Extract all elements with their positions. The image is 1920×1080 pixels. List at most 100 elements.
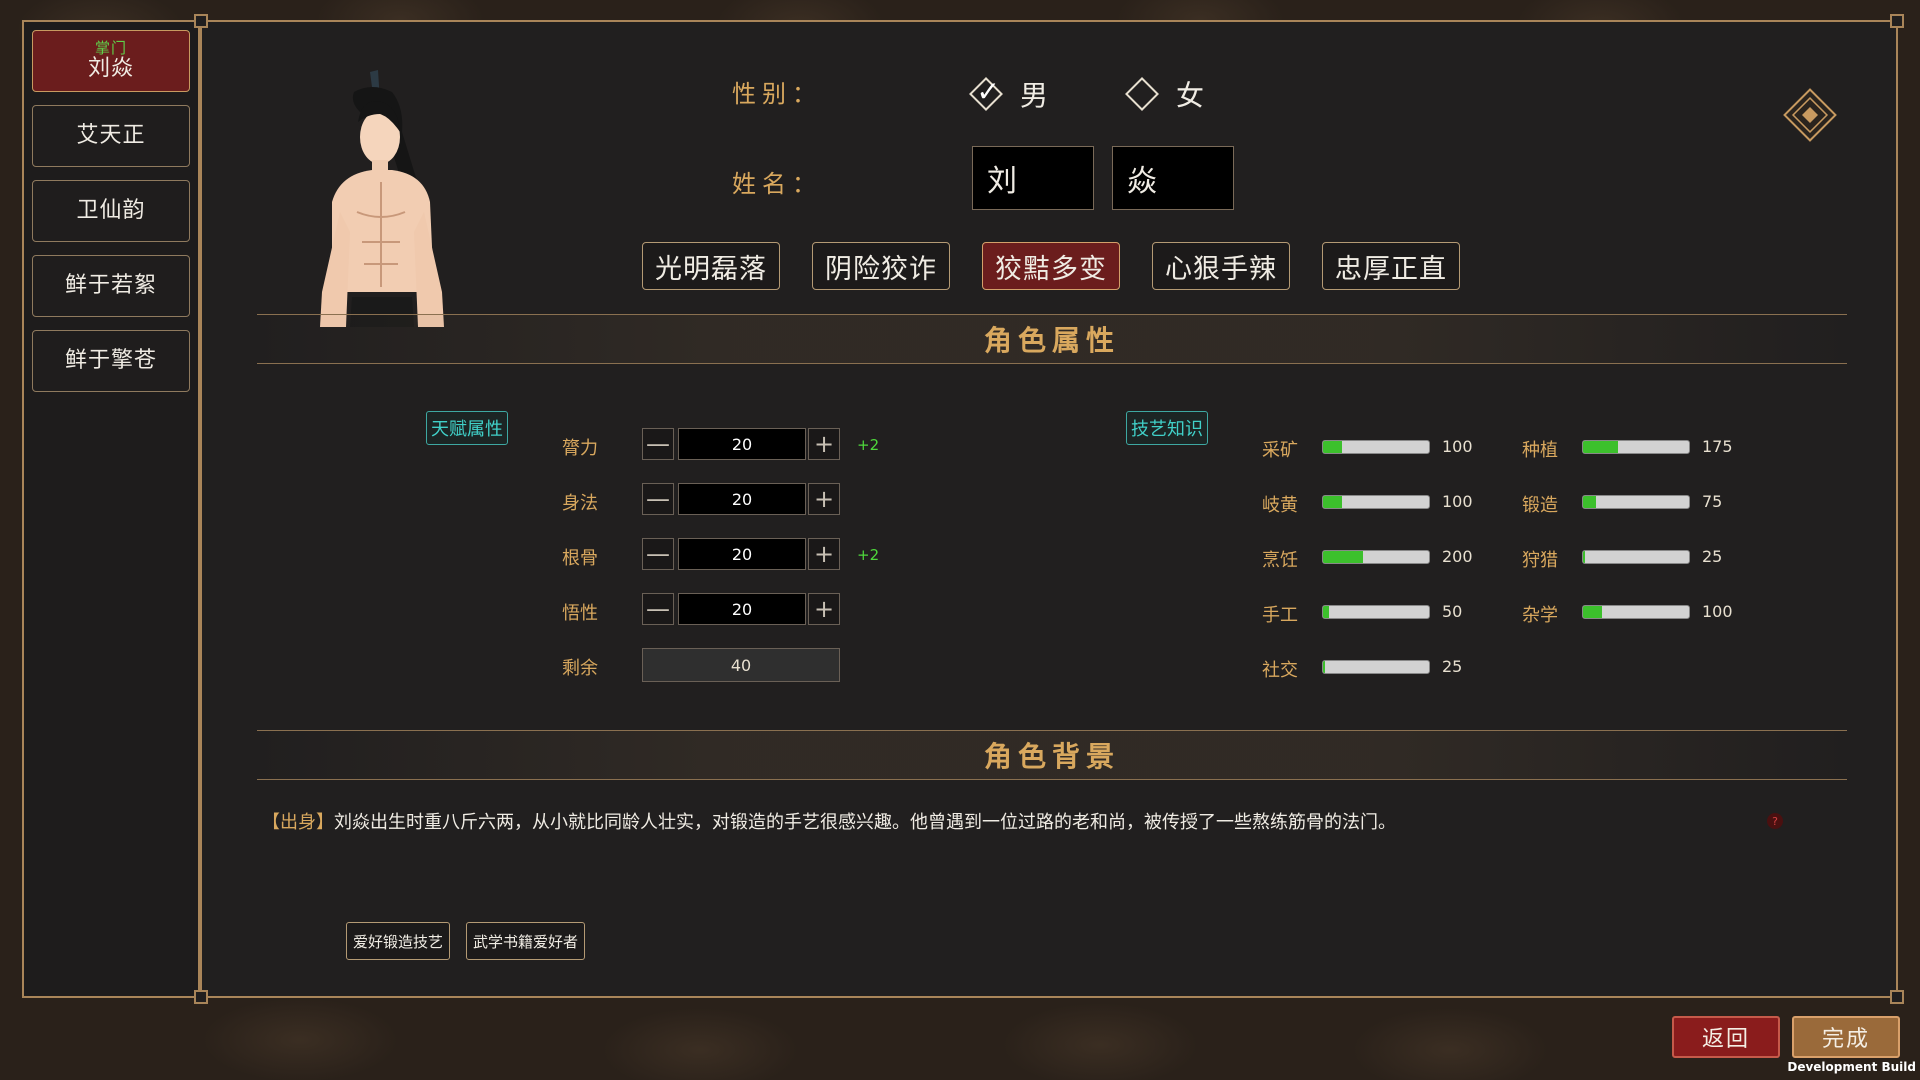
skill-value: 25 xyxy=(1702,547,1723,566)
given-name-input[interactable]: 焱 xyxy=(1112,146,1234,210)
corner-ornament xyxy=(1890,14,1904,28)
attribute-bonus: +2 xyxy=(857,546,880,564)
skill-label: 烹饪 xyxy=(1262,550,1298,571)
skill-knowledge-tag: 技艺知识 xyxy=(1126,411,1208,445)
background-description: 【出身】刘焱出生时重八斤六两，从小就比同龄人壮实，对锻造的手艺很感兴趣。他曾遇到… xyxy=(262,808,1396,834)
skill-progress-bar xyxy=(1582,495,1690,509)
skill-label: 岐黄 xyxy=(1262,495,1298,516)
back-button[interactable]: 返回 xyxy=(1672,1016,1780,1058)
member-sidebar: 掌门 刘焱 艾天正 卫仙韵 鲜于若絮 鲜于擎苍 xyxy=(22,20,200,998)
attribute-bonus: +2 xyxy=(857,436,880,454)
origin-text: 刘焱出生时重八斤六两，从小就比同龄人壮实，对锻造的手艺很感兴趣。他曾遇到一位过路… xyxy=(334,812,1396,833)
skill-progress-fill xyxy=(1323,551,1364,563)
trait-option-1[interactable]: 阴险狡诈 xyxy=(812,242,950,290)
trait-option-3[interactable]: 心狠手辣 xyxy=(1152,242,1290,290)
skill-label: 锻造 xyxy=(1522,495,1558,516)
checkbox-checked-icon: ✓ xyxy=(969,75,1003,111)
name-label: 姓名： xyxy=(732,170,822,198)
skill-progress-fill xyxy=(1323,441,1343,453)
skill-progress-bar xyxy=(1322,660,1430,674)
skill-label: 种植 xyxy=(1522,440,1558,461)
done-button[interactable]: 完成 xyxy=(1792,1016,1900,1058)
attribute-label: 膂力 xyxy=(562,438,598,459)
member-item-1[interactable]: 艾天正 xyxy=(32,105,190,167)
skill-progress-fill xyxy=(1583,551,1586,563)
gender-option-label: 女 xyxy=(1176,79,1205,112)
gender-option-female[interactable]: 女 xyxy=(1125,74,1205,114)
skill-progress-fill xyxy=(1583,441,1618,453)
help-icon[interactable]: ? xyxy=(1767,813,1783,829)
hobby-tag[interactable]: 爱好锻造技艺 xyxy=(346,922,451,960)
skill-progress-fill xyxy=(1583,606,1603,618)
surname-input[interactable]: 刘 xyxy=(972,146,1094,210)
character-portrait xyxy=(320,70,444,327)
skill-value: 75 xyxy=(1702,492,1723,511)
remaining-label: 剩余 xyxy=(562,658,598,679)
increment-button[interactable]: + xyxy=(808,593,840,625)
skill-progress-fill xyxy=(1583,496,1596,508)
member-name: 刘焱 xyxy=(87,56,134,81)
skill-progress-bar xyxy=(1582,440,1690,454)
development-build-label: Development Build xyxy=(1787,1060,1916,1074)
skill-progress-bar xyxy=(1582,550,1690,564)
member-name: 艾天正 xyxy=(76,123,146,148)
skill-progress-bar xyxy=(1322,605,1430,619)
attribute-value: 20 xyxy=(678,483,806,515)
skill-label: 社交 xyxy=(1262,660,1298,681)
hobby-tag[interactable]: 武学书籍爱好者 xyxy=(466,922,586,960)
checkbox-empty-icon xyxy=(1125,77,1159,111)
increment-button[interactable]: + xyxy=(808,428,840,460)
emblem-icon[interactable] xyxy=(1782,87,1838,143)
member-item-3[interactable]: 鲜于若絮 xyxy=(32,255,190,317)
character-creation-panel: 性别： ✓ 男 女 姓名： 刘 焱 光明磊落 阴险狡诈 狡黠多变 心狠手辣 忠厚… xyxy=(194,14,1904,1004)
talent-attributes-tag: 天赋属性 xyxy=(426,411,508,445)
corner-ornament xyxy=(1890,990,1904,1004)
attribute-label: 身法 xyxy=(562,493,598,514)
skill-progress-bar xyxy=(1322,495,1430,509)
gender-option-male[interactable]: ✓ 男 xyxy=(969,74,1049,114)
increment-button[interactable]: + xyxy=(808,538,840,570)
skill-value: 175 xyxy=(1702,437,1733,456)
trait-option-2[interactable]: 狡黠多变 xyxy=(982,242,1120,290)
attribute-value: 20 xyxy=(678,593,806,625)
member-name: 卫仙韵 xyxy=(76,198,146,223)
decrement-button[interactable]: — xyxy=(642,483,674,515)
member-name: 鲜于擎苍 xyxy=(64,348,157,373)
skill-label: 采矿 xyxy=(1262,440,1298,461)
member-role: 掌门 xyxy=(94,39,127,57)
skill-value: 100 xyxy=(1442,492,1473,511)
trait-option-0[interactable]: 光明磊落 xyxy=(642,242,780,290)
member-item-2[interactable]: 卫仙韵 xyxy=(32,180,190,242)
skill-label: 狩猎 xyxy=(1522,550,1558,571)
decrement-button[interactable]: — xyxy=(642,428,674,460)
skill-progress-fill xyxy=(1323,496,1343,508)
trait-option-4[interactable]: 忠厚正直 xyxy=(1322,242,1460,290)
skill-value: 100 xyxy=(1442,437,1473,456)
skill-value: 200 xyxy=(1442,547,1473,566)
skill-progress-bar xyxy=(1322,550,1430,564)
skill-value: 50 xyxy=(1442,602,1463,621)
member-name: 鲜于若絮 xyxy=(64,273,157,298)
skill-progress-fill xyxy=(1323,661,1326,673)
attribute-label: 根骨 xyxy=(562,548,598,569)
member-item-4[interactable]: 鲜于擎苍 xyxy=(32,330,190,392)
decrement-button[interactable]: — xyxy=(642,593,674,625)
skill-value: 100 xyxy=(1702,602,1733,621)
origin-tag: 【出身】 xyxy=(262,812,334,833)
remaining-points: 40 xyxy=(642,648,840,682)
attribute-value: 20 xyxy=(678,428,806,460)
corner-ornament xyxy=(194,990,208,1004)
skill-label: 手工 xyxy=(1262,605,1298,626)
decrement-button[interactable]: — xyxy=(642,538,674,570)
increment-button[interactable]: + xyxy=(808,483,840,515)
skill-value: 25 xyxy=(1442,657,1463,676)
skill-progress-fill xyxy=(1323,606,1330,618)
member-item-0[interactable]: 掌门 刘焱 xyxy=(32,30,190,92)
attribute-value: 20 xyxy=(678,538,806,570)
corner-ornament xyxy=(194,14,208,28)
gender-label: 性别： xyxy=(732,80,822,108)
attributes-section-header: 角色属性 xyxy=(257,314,1847,364)
gender-option-label: 男 xyxy=(1020,79,1049,112)
skill-progress-bar xyxy=(1582,605,1690,619)
skill-label: 杂学 xyxy=(1522,605,1558,626)
